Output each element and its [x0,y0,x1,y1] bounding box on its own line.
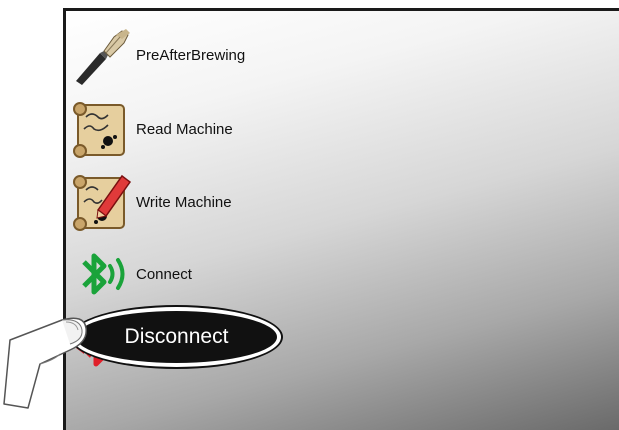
scroll-pen-icon [70,170,134,234]
disconnect-callout[interactable]: Disconnect [72,307,281,367]
disconnect-callout-label: Disconnect [124,325,229,348]
menu-item-connect[interactable]: Connect [70,242,192,306]
menu-label-preafterbrewing: PreAfterBrewing [136,46,246,64]
app-screen: PreAfterBrewing Read Machine Write Machi… [63,8,619,430]
menu-item-read-machine[interactable]: Read Machine [70,97,233,161]
menu-item-preafterbrewing[interactable]: PreAfterBrewing [70,23,245,87]
menu-label-write-machine: Write Machine [136,193,232,211]
scroll-icon [70,97,134,161]
menu-item-write-machine[interactable]: Write Machine [70,170,232,234]
tutorial-figure: PreAfterBrewing Read Machine Write Machi… [0,0,619,430]
bluetooth-connect-icon [70,242,134,306]
menu-label-read-machine: Read Machine [136,120,233,138]
menu-label-connect: Connect [136,265,192,283]
brush-icon [70,23,134,87]
